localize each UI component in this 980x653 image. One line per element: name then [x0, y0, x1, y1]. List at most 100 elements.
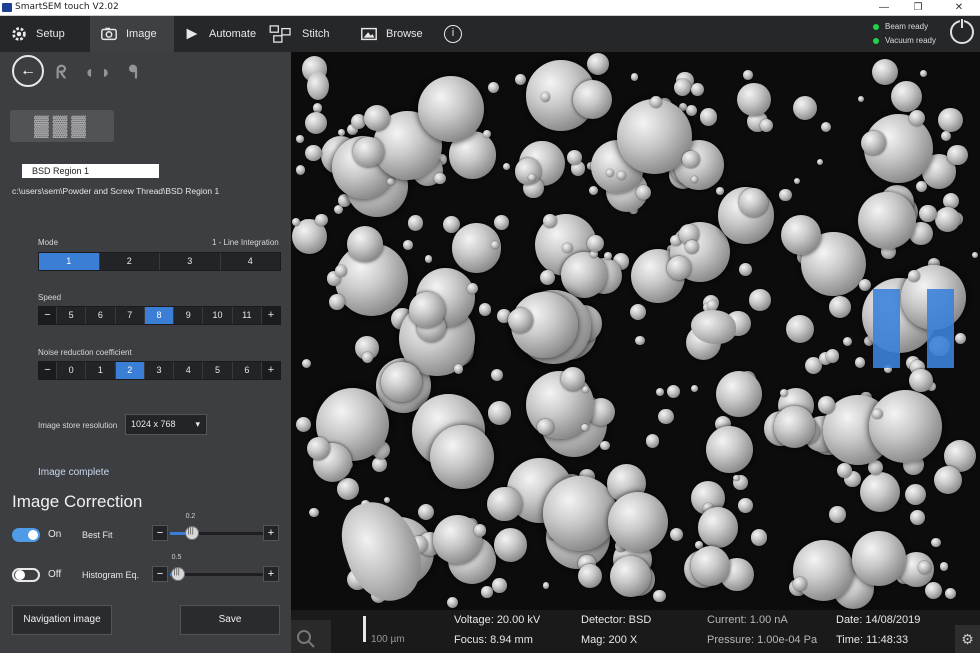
- powder-particle: [309, 507, 320, 518]
- navigation-image-button[interactable]: Navigation image: [12, 605, 112, 635]
- powder-particle: [454, 364, 464, 374]
- best-fit-slider-knob[interactable]: [184, 526, 199, 540]
- powder-particle: [891, 80, 923, 113]
- powder-particle: [473, 524, 486, 537]
- powder-particle: [836, 462, 852, 478]
- histogram-slider-knob[interactable]: [170, 567, 185, 581]
- mode-option[interactable]: 4: [221, 253, 281, 270]
- noise-option[interactable]: 6: [233, 362, 262, 379]
- powder-particle: [607, 492, 668, 552]
- magnifier-icon: [297, 630, 315, 648]
- powder-particle: [938, 107, 963, 133]
- powder-particle: [487, 81, 499, 94]
- save-button[interactable]: Save: [180, 605, 280, 635]
- file-path: c:\users\sem\Powder and Screw Thread\BSD…: [12, 186, 220, 196]
- speed-option[interactable]: 10: [203, 307, 233, 324]
- speed-option[interactable]: 11: [233, 307, 262, 324]
- noise-option[interactable]: 5: [203, 362, 233, 379]
- mode-description: 1 - Line Integration: [212, 238, 279, 247]
- back-arrow-icon[interactable]: ←: [12, 55, 44, 87]
- noise-minus-button[interactable]: −: [39, 362, 57, 379]
- minimize-button[interactable]: —: [870, 0, 898, 15]
- noise-option[interactable]: 4: [174, 362, 204, 379]
- tab-image[interactable]: Image: [90, 16, 174, 52]
- noise-plus-button[interactable]: +: [261, 362, 280, 379]
- speed-option[interactable]: 6: [86, 307, 116, 324]
- tab-setup-label: Setup: [36, 28, 65, 40]
- mode-option[interactable]: 1: [39, 253, 100, 270]
- toggle-knob: [15, 570, 25, 580]
- tab-stitch[interactable]: Stitch: [268, 16, 348, 52]
- powder-particle: [610, 556, 651, 597]
- settings-gear-icon[interactable]: ⚙: [955, 625, 980, 653]
- stitch-icon: [269, 25, 291, 43]
- noise-option[interactable]: 1: [86, 362, 116, 379]
- speed-minus-button[interactable]: −: [39, 307, 57, 324]
- tab-setup[interactable]: Setup: [10, 16, 90, 52]
- histogram-minus-button[interactable]: −: [152, 566, 168, 582]
- detector-readout: Detector: BSD: [581, 614, 652, 626]
- noise-option[interactable]: 3: [145, 362, 175, 379]
- powder-particle: [566, 149, 582, 165]
- speed-plus-button[interactable]: +: [261, 307, 280, 324]
- best-fit-plus-button[interactable]: +: [263, 525, 279, 541]
- powder-particle: [493, 527, 528, 562]
- powder-particle: [816, 158, 824, 165]
- histogram-toggle[interactable]: [12, 568, 40, 582]
- histogram-state: Off: [48, 569, 62, 580]
- powder-particle: [295, 134, 304, 143]
- powder-particle: [650, 96, 662, 108]
- powder-particle: [739, 187, 769, 217]
- image-thumbnail[interactable]: ▓▓▓: [10, 110, 114, 142]
- resolution-value: 1024 x 768: [131, 419, 176, 429]
- powder-particle: [630, 73, 639, 82]
- zoom-control[interactable]: [291, 620, 331, 653]
- powder-particle: [860, 130, 886, 156]
- mode-option[interactable]: 3: [160, 253, 221, 270]
- powder-particle: [924, 581, 943, 600]
- speed-label: Speed: [38, 293, 62, 302]
- pause-bar-right[interactable]: [927, 289, 954, 368]
- powder-particle: [371, 457, 387, 473]
- speed-option[interactable]: 9: [174, 307, 204, 324]
- powder-particle: [635, 185, 651, 201]
- pause-bar-left[interactable]: [873, 289, 900, 368]
- speed-option[interactable]: 7: [116, 307, 145, 324]
- mode-option[interactable]: 2: [100, 253, 160, 270]
- file-name-field[interactable]: BSD Region 1: [22, 164, 159, 178]
- status-dot-icon: [873, 23, 879, 30]
- powder-particle: [750, 529, 768, 546]
- noise-label: Noise reduction coefficient: [38, 348, 132, 357]
- close-button[interactable]: ✕: [945, 0, 973, 15]
- status-indicators: Beam ready Vacuum ready: [873, 20, 936, 48]
- powder-particle: [910, 510, 925, 525]
- powder-particle: [384, 496, 391, 503]
- sem-image-view[interactable]: [291, 52, 980, 610]
- powder-particle: [859, 278, 872, 291]
- powder-particle: [793, 539, 855, 601]
- powder-particle: [430, 425, 495, 490]
- tab-browse[interactable]: Browse: [360, 16, 440, 52]
- speed-option[interactable]: 5: [57, 307, 87, 324]
- powder-particle: [646, 434, 660, 448]
- powder-particle: [749, 289, 771, 311]
- info-button[interactable]: i: [444, 16, 464, 52]
- powder-particle: [829, 295, 851, 318]
- noise-option[interactable]: 0: [57, 362, 87, 379]
- scale-bar: [363, 616, 366, 642]
- powder-particle: [481, 586, 493, 598]
- restore-button[interactable]: ❐: [904, 0, 932, 15]
- tab-automate[interactable]: Automate: [183, 16, 263, 52]
- best-fit-toggle[interactable]: [12, 528, 40, 542]
- power-icon[interactable]: [950, 18, 974, 44]
- powder-particle: [543, 213, 557, 228]
- histogram-plus-button[interactable]: +: [263, 566, 279, 582]
- powder-particle: [295, 165, 305, 175]
- speed-option[interactable]: 8: [144, 307, 175, 324]
- resolution-dropdown[interactable]: 1024 x 768 ▾: [125, 414, 207, 435]
- powder-particle: [858, 95, 865, 102]
- powder-particle: [738, 498, 753, 514]
- speed-selector: − 5 6 7 8 9 10 11 +: [38, 306, 281, 325]
- best-fit-minus-button[interactable]: −: [152, 525, 168, 541]
- noise-option[interactable]: 2: [115, 362, 145, 379]
